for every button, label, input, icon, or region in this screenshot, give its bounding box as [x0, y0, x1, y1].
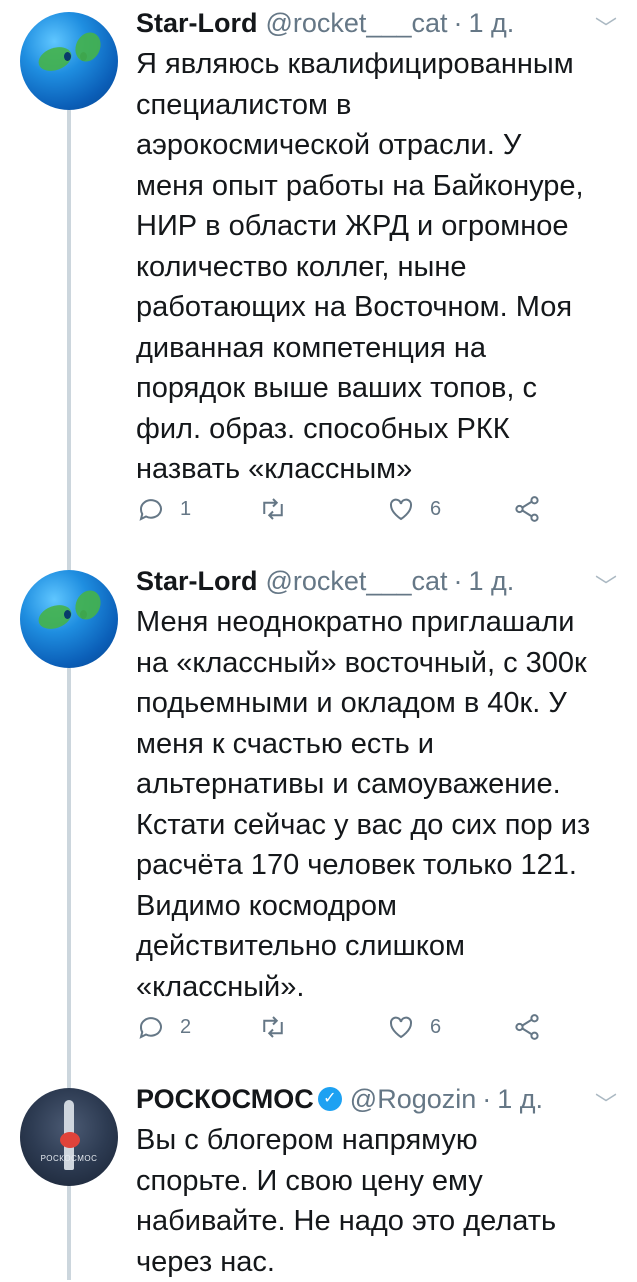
tweet-text: Я являюсь квалифицированным специалистом…: [136, 48, 584, 485]
separator: ·: [482, 1084, 492, 1114]
avatar[interactable]: [20, 12, 118, 110]
share-button[interactable]: [512, 494, 542, 524]
tweet-text: Меня неоднократно приглашали на «классны…: [136, 606, 591, 1003]
chevron-down-icon[interactable]: ﹀: [595, 12, 617, 46]
reply-button[interactable]: 2: [136, 1012, 191, 1042]
avatar-label: РОСКОСМОС: [40, 1154, 98, 1163]
retweet-button[interactable]: [258, 494, 302, 524]
share-icon: [515, 1014, 539, 1040]
separator: ·: [453, 566, 463, 596]
verified-badge-icon: ✓: [317, 1087, 342, 1111]
user-handle[interactable]: @rocket___cat: [266, 6, 448, 40]
timestamp[interactable]: 1 д.: [469, 564, 515, 598]
retweet-icon: [263, 1016, 283, 1038]
retweet-icon: [263, 498, 283, 520]
like-count: 6: [430, 497, 442, 520]
tweet-header: Star-Lord @rocket___cat · 1 д. ﹀: [136, 6, 617, 41]
heart-icon: [389, 498, 413, 521]
avatar[interactable]: РОСКОСМОС: [20, 1088, 118, 1186]
tweet-text: Вы с блогером напрямую спорьте. И свою ц…: [136, 1124, 557, 1278]
user-handle[interactable]: @rocket___cat: [266, 564, 448, 598]
reply-count: 1: [180, 497, 192, 520]
like-button[interactable]: 6: [386, 1012, 441, 1042]
thread-line: [67, 668, 71, 1088]
user-handle[interactable]: @Rogozin: [350, 1082, 476, 1116]
separator: ·: [453, 8, 463, 38]
heart-icon: [389, 1016, 413, 1039]
chevron-down-icon[interactable]: ﹀: [595, 1088, 617, 1122]
timestamp[interactable]: 1 д.: [469, 6, 515, 40]
timestamp[interactable]: 1 д.: [497, 1082, 543, 1116]
retweet-button[interactable]: [258, 1012, 302, 1042]
thread-line: [67, 1185, 71, 1280]
roscosmos-logo-icon: [60, 1132, 80, 1148]
share-button[interactable]: [512, 1012, 542, 1042]
tweet-header: РОСКОСМОС ✓ @Rogozin · 1 д. ﹀: [136, 1082, 617, 1117]
reply-button[interactable]: 1: [136, 494, 191, 524]
like-count: 6: [430, 1015, 442, 1038]
share-icon: [515, 496, 539, 522]
tweet-header: Star-Lord @rocket___cat · 1 д. ﹀: [136, 564, 617, 599]
tweet-actions: 1 6: [136, 494, 556, 534]
reply-count: 2: [180, 1015, 192, 1038]
display-name[interactable]: Star-Lord: [136, 6, 258, 40]
display-name[interactable]: РОСКОСМОС: [136, 1082, 314, 1116]
chevron-down-icon[interactable]: ﹀: [595, 570, 617, 604]
tweet-actions: 2 6: [136, 1012, 556, 1052]
like-button[interactable]: 6: [386, 494, 441, 524]
thread-line: [67, 110, 71, 570]
display-name[interactable]: Star-Lord: [136, 564, 258, 598]
reply-icon: [139, 1017, 162, 1039]
avatar[interactable]: [20, 570, 118, 668]
reply-icon: [139, 499, 162, 521]
